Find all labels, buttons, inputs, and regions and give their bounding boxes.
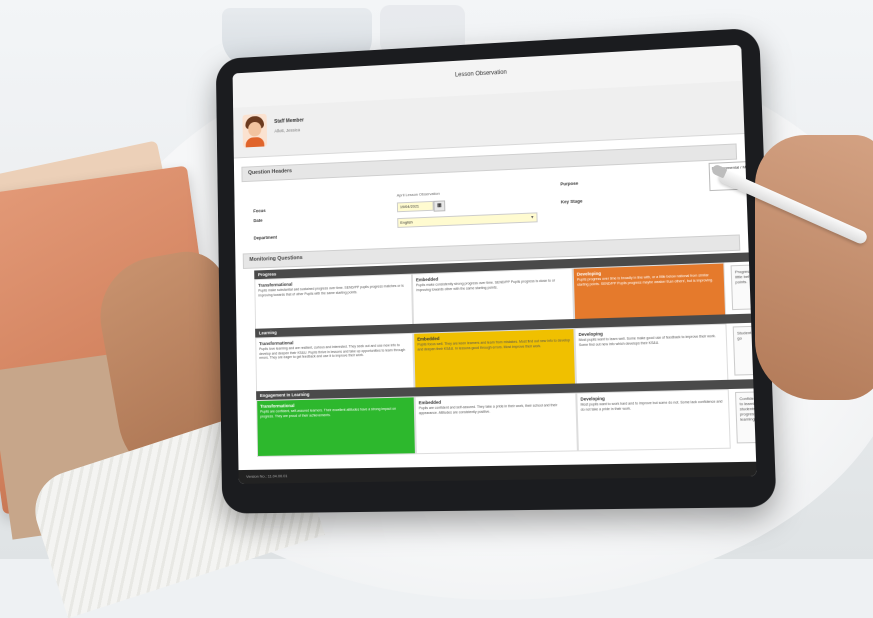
rubric-cell-text: Most pupils want to work hard and to imp…	[580, 399, 723, 412]
date-label: Date	[253, 217, 263, 224]
rubric-cell-transformational[interactable]: Transformational Pupils are confident, se…	[256, 396, 416, 457]
comment-field[interactable]: Students making go	[732, 325, 757, 376]
rubric-cell-embedded[interactable]: Embedded Pupils make consistently strong …	[411, 267, 575, 325]
rubric-cell-text: Pupils love learning and are resilient, …	[259, 343, 406, 361]
rubric-cell-transformational[interactable]: Transformational Pupils love learning and…	[255, 332, 415, 393]
rubric-cell-text: Pupils are confident, self-assured learn…	[260, 406, 397, 419]
department-label: Department	[253, 234, 278, 241]
calendar-icon[interactable]: ▦	[433, 200, 446, 212]
rubric-cell-embedded[interactable]: Embedded Pupils focus well. They are keen…	[413, 328, 577, 389]
key-stage-label: Key Stage	[560, 198, 583, 205]
avatar	[242, 113, 268, 148]
chevron-down-icon: ▾	[530, 214, 534, 221]
version-label: Version No.: 11.04.00.01	[246, 473, 288, 479]
tablet-screen: Lesson Observation Staff Member Allott, …	[232, 44, 757, 484]
rubric-cell-developing[interactable]: Developing Pupils progress over time is b…	[572, 262, 727, 321]
rubric-cell-transformational[interactable]: Transformational Pupils make substantial …	[254, 273, 414, 330]
group-title: Engagement in Learning	[259, 391, 310, 399]
right-hand	[755, 135, 873, 400]
page-title: Lesson Observation	[454, 69, 507, 79]
purpose-label: Purpose	[560, 180, 579, 187]
monitoring-questions-title: Monitoring Questions	[249, 255, 303, 263]
tablet: Lesson Observation Staff Member Allott, …	[215, 27, 777, 514]
staff-name: Allott, Jessica	[274, 127, 301, 134]
footer-bar: Version No.: 11.04.00.01	[238, 461, 757, 484]
focus-label: Focus	[253, 208, 266, 214]
department-select[interactable]: English ▾	[397, 212, 538, 228]
rubric-cell-developing[interactable]: Developing Most pupils want to learn well…	[574, 323, 729, 385]
date-input[interactable]: 19/04/2021	[396, 200, 434, 213]
question-headers-title: Question Headers	[247, 168, 292, 177]
comment-field[interactable]: Progress was a little behind points.	[730, 263, 757, 311]
rubric-cell-developing[interactable]: Developing Most pupils want to work hard …	[576, 389, 731, 452]
department-value: English	[400, 219, 413, 225]
rubric-cell-embedded[interactable]: Embedded Pupils are confident and self-as…	[414, 392, 578, 455]
staff-member-label: Staff Member	[274, 117, 304, 125]
group-title: Progress	[257, 271, 277, 278]
focus-value: April Lesson Observation	[396, 190, 440, 198]
group-title: Learning	[258, 330, 277, 336]
comment-field[interactable]: Confident attitude to learning the stude…	[735, 391, 757, 444]
